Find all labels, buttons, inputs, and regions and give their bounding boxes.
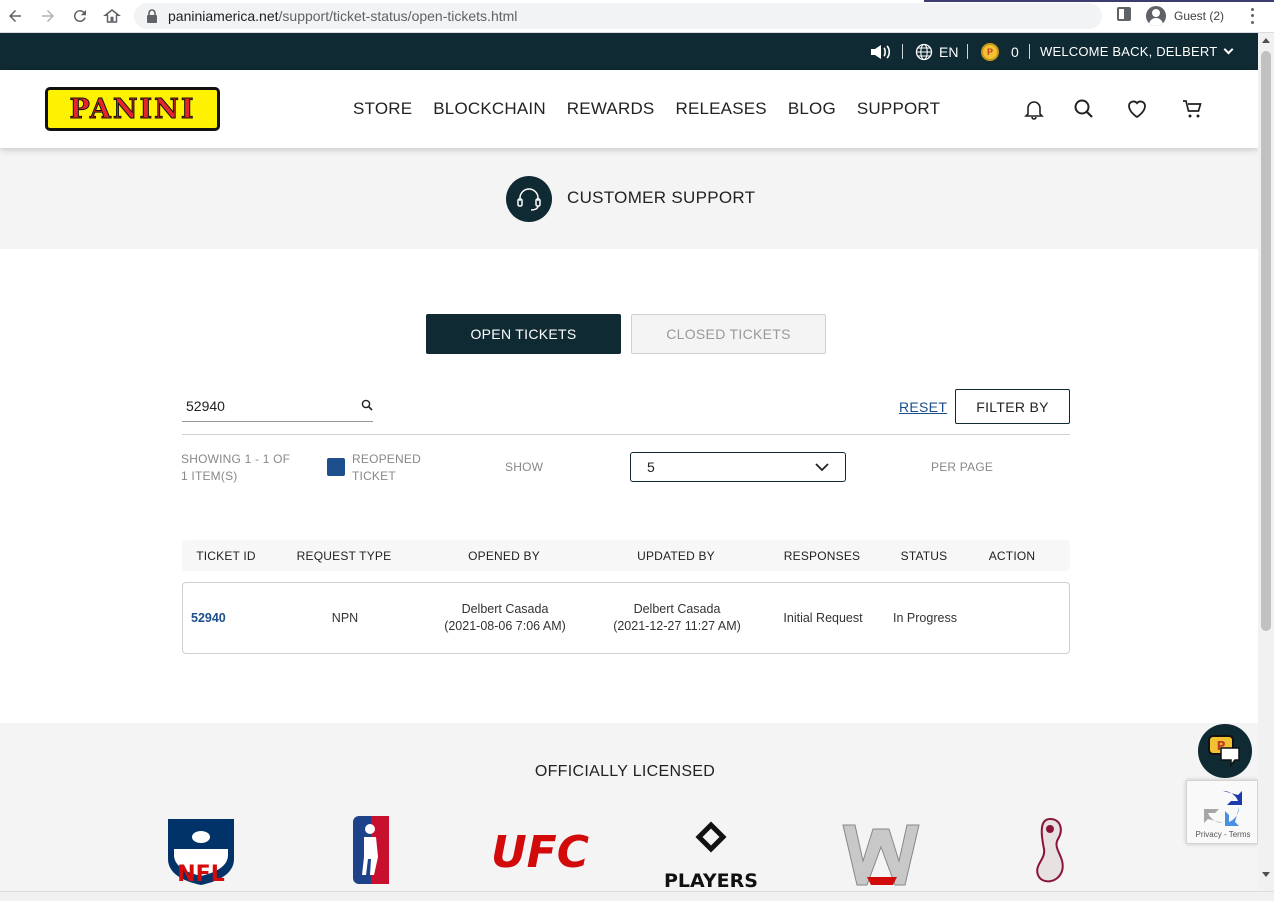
main-header: PANINI STORE BLOCKCHAIN REWARDS RELEASES…: [0, 70, 1258, 148]
search-icon[interactable]: [361, 399, 373, 411]
reset-link[interactable]: RESET: [899, 399, 947, 415]
nav-rewards[interactable]: REWARDS: [567, 99, 655, 119]
ticket-search: [182, 391, 373, 422]
table-header: TICKET ID REQUEST TYPE OPENED BY UPDATED…: [182, 540, 1070, 571]
wwe-logo[interactable]: [841, 821, 921, 891]
chat-widget-button[interactable]: P: [1198, 724, 1252, 778]
scroll-up-icon[interactable]: [1262, 38, 1270, 43]
profile-button[interactable]: Guest (2): [1143, 3, 1235, 29]
tab-closed-tickets[interactable]: CLOSED TICKETS: [631, 314, 826, 354]
table-row: 52940 NPN Delbert Casada (2021-08-06 7:0…: [182, 582, 1070, 654]
back-icon[interactable]: [4, 5, 26, 27]
nav-releases[interactable]: RELEASES: [675, 99, 766, 119]
chevron-down-icon: [1223, 44, 1234, 55]
col-ticket-id[interactable]: TICKET ID: [182, 540, 270, 571]
recaptcha-badge[interactable]: Privacy - Terms: [1186, 780, 1258, 844]
nba-logo[interactable]: [352, 815, 390, 890]
language-selector[interactable]: EN: [915, 33, 958, 70]
col-opened-by[interactable]: OPENED BY: [424, 540, 584, 571]
points-balance[interactable]: P 0: [981, 33, 1019, 70]
logo-text: PANINI: [69, 93, 196, 125]
col-action: ACTION: [988, 548, 1036, 563]
utility-bar: EN P 0 WELCOME BACK, DELBERT: [0, 33, 1258, 70]
nav-support[interactable]: SUPPORT: [857, 99, 940, 119]
opened-by-cell: Delbert Casada (2021-08-06 7:06 AM): [444, 602, 566, 633]
reload-icon[interactable]: [69, 5, 91, 27]
account-menu[interactable]: WELCOME BACK, DELBERT: [1040, 33, 1234, 70]
page-scrollbar[interactable]: [1258, 33, 1274, 891]
search-input[interactable]: [186, 395, 356, 417]
col-status[interactable]: STATUS: [884, 540, 964, 571]
bell-icon[interactable]: [1022, 97, 1046, 121]
url-path: /support/ticket-status/open-tickets.html: [278, 8, 518, 24]
tab-open-tickets[interactable]: OPEN TICKETS: [426, 314, 621, 354]
svg-text:NFL: NFL: [177, 862, 224, 885]
ticket-id-link[interactable]: 52940: [191, 583, 271, 653]
page-title: CUSTOMER SUPPORT: [567, 188, 756, 207]
window-accent-line: [924, 0, 1274, 2]
lock-icon: [147, 9, 157, 23]
avatar: [1146, 6, 1166, 26]
request-type-cell: NPN: [331, 610, 359, 625]
reopened-legend-label: REOPENED TICKET: [352, 452, 421, 483]
panini-logo[interactable]: PANINI: [45, 87, 220, 131]
chat-icon: P: [1208, 735, 1240, 768]
divider: [182, 434, 1070, 435]
coin-icon: P: [981, 42, 999, 61]
ufc-logo[interactable]: UFC: [490, 825, 592, 880]
col-responses[interactable]: RESPONSES: [772, 540, 872, 571]
updated-by-cell: Delbert Casada (2021-12-27 11:27 AM): [613, 602, 741, 633]
side-panel-icon[interactable]: [1117, 7, 1131, 21]
heart-icon[interactable]: [1125, 97, 1149, 121]
main-nav: STORE BLOCKCHAIN REWARDS RELEASES BLOG S…: [353, 70, 961, 148]
col-updated-by[interactable]: UPDATED BY: [596, 540, 756, 571]
nav-blog[interactable]: BLOG: [788, 99, 836, 119]
show-label: SHOW: [505, 460, 544, 474]
reopened-legend-swatch: [327, 458, 345, 476]
profile-label: Guest (2): [1174, 9, 1225, 23]
svg-text:PLAYERS: PLAYERS: [664, 870, 758, 891]
licensed-section: OFFICIALLY LICENSED NFL UFC PLAYERS: [0, 723, 1258, 891]
recaptcha-icon: [1204, 790, 1242, 826]
filter-by-button[interactable]: FILTER BY: [955, 389, 1070, 424]
language-label: EN: [939, 43, 959, 60]
scrollbar-thumb[interactable]: [1261, 51, 1271, 631]
per-page-label: PER PAGE: [931, 460, 994, 474]
svg-text:UFC: UFC: [491, 827, 589, 875]
address-bar[interactable]: paniniamerica.net/support/ticket-status/…: [134, 3, 1102, 29]
points-value: 0: [1011, 43, 1019, 60]
cart-icon[interactable]: [1181, 97, 1205, 121]
chevron-down-icon: [815, 463, 829, 472]
status-cell: In Progress: [893, 610, 957, 625]
action-cell: [973, 583, 1053, 653]
nfl-logo[interactable]: NFL: [166, 815, 236, 890]
headset-icon: [506, 176, 552, 222]
scroll-down-icon[interactable]: [1262, 872, 1270, 877]
page-size-select[interactable]: 5: [630, 452, 846, 482]
players-logo[interactable]: PLAYERS: [664, 821, 758, 891]
search-icon[interactable]: [1072, 97, 1096, 121]
support-banner: CUSTOMER SUPPORT: [0, 148, 1258, 249]
recaptcha-text: Privacy - Terms: [1195, 830, 1251, 839]
speaker-icon[interactable]: [869, 33, 891, 70]
nav-blockchain[interactable]: BLOCKCHAIN: [433, 99, 546, 119]
browser-toolbar: paniniamerica.net/support/ticket-status/…: [0, 0, 1274, 33]
showing-count: SHOWING 1 - 1 OF 1 ITEM(S): [181, 452, 291, 483]
col-request-type[interactable]: REQUEST TYPE: [286, 540, 402, 571]
page-size-value: 5: [647, 459, 655, 475]
menu-dots-icon[interactable]: [1246, 6, 1258, 26]
globe-icon: [915, 43, 933, 60]
horizontal-scrollbar[interactable]: [0, 891, 1274, 901]
home-icon[interactable]: [101, 5, 123, 27]
forward-icon[interactable]: [37, 5, 59, 27]
fifa-world-cup-logo[interactable]: [1030, 815, 1070, 891]
page-content: EN P 0 WELCOME BACK, DELBERT PANINI STOR…: [0, 33, 1258, 891]
welcome-text: WELCOME BACK, DELBERT: [1040, 44, 1218, 59]
responses-cell: Initial Request: [783, 610, 863, 625]
url-host: paniniamerica.net: [168, 8, 279, 24]
licensed-title: OFFICIALLY LICENSED: [534, 763, 716, 780]
nav-store[interactable]: STORE: [353, 99, 412, 119]
